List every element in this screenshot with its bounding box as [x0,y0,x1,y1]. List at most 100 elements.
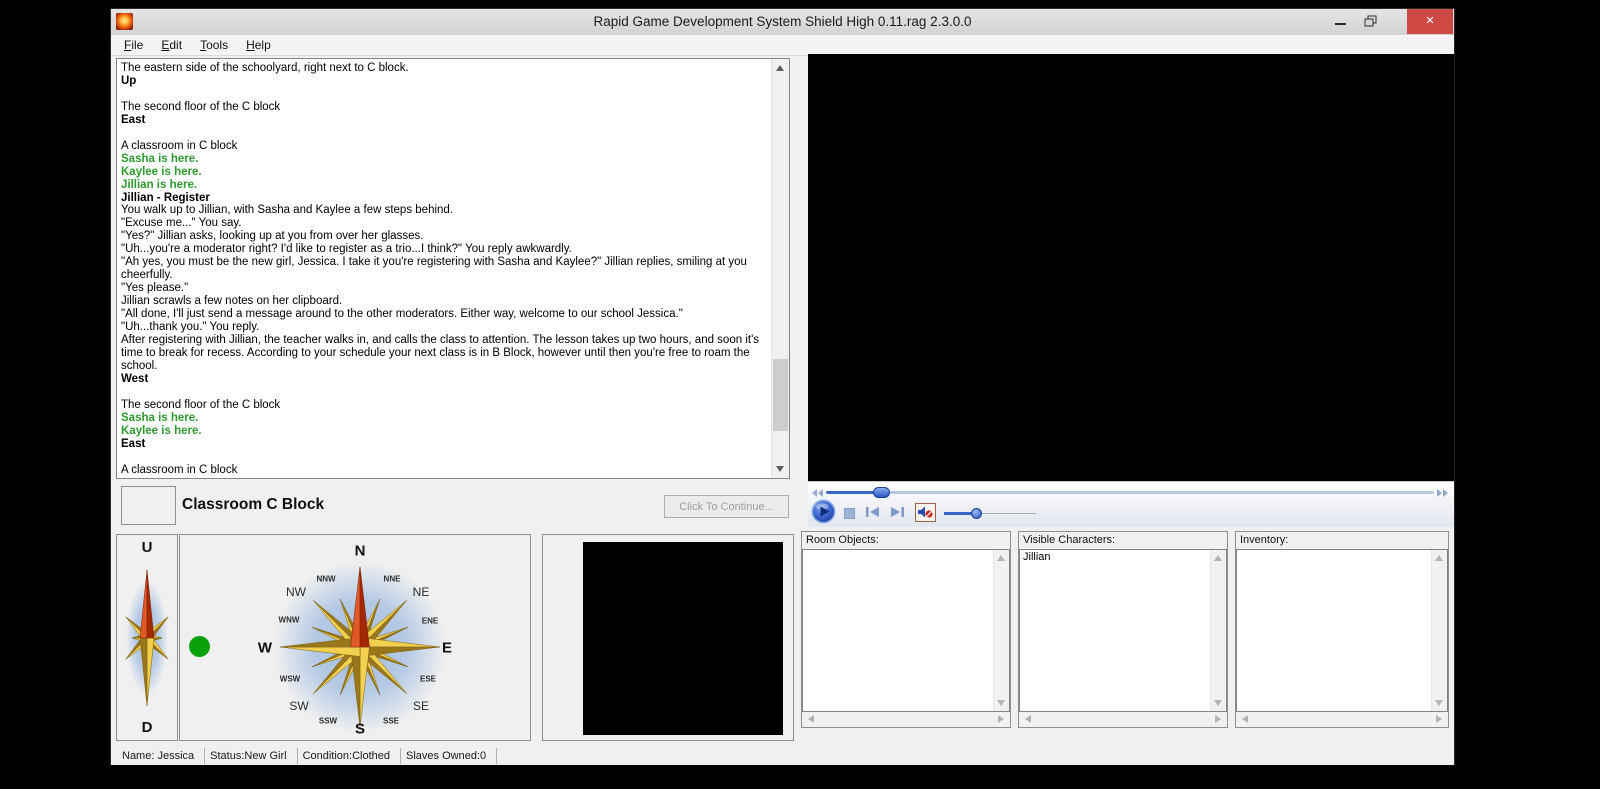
room-objects-scrollbar[interactable] [993,550,1009,711]
minimize-button[interactable] [1328,9,1354,34]
game-text-line [121,451,769,464]
inventory-list[interactable] [1236,549,1448,712]
compass-panel: N NNE NE ENE E ESE SE SSE S SSW SW WSW W WNW NW NNW [179,534,531,741]
titlebar: Rapid Game Development System Shield Hig… [111,9,1454,35]
fast-forward-icon[interactable] [1436,489,1448,497]
compass-direction-ese[interactable]: ESE [420,675,436,684]
game-text-line: Sasha is here. [121,153,769,166]
play-button[interactable] [811,499,836,524]
scroll-down-icon[interactable] [1435,700,1443,706]
menu-item-tools[interactable]: Tools [191,35,237,55]
visible-characters-label: Visible Characters: [1019,532,1227,550]
game-text-line: After registering with Jillian, the teac… [121,334,769,373]
compass-down-label[interactable]: D [117,719,177,736]
stop-icon[interactable] [844,508,855,519]
game-text-line: "Ah yes, you must be the new girl, Jessi… [121,256,769,282]
compass-direction-wsw[interactable]: WSW [280,675,300,684]
compass-direction-wnw[interactable]: WNW [279,616,300,625]
next-icon[interactable] [890,506,905,518]
continue-button[interactable]: Click To Continue... [664,495,789,518]
room-objects-panel: Room Objects: [801,531,1011,728]
secondary-image [583,542,783,735]
compass-direction-ne[interactable]: NE [413,585,430,599]
visible-characters-hscrollbar[interactable] [1020,712,1226,726]
game-text-line [121,127,769,140]
game-text-line: East [121,114,769,127]
compass-direction-nw[interactable]: NW [286,585,306,599]
game-text: The eastern side of the schoolyard, righ… [121,62,769,476]
scroll-up-icon[interactable] [776,65,784,71]
game-text-line: You walk up to Jillian, with Sasha and K… [121,204,769,217]
scroll-right-icon[interactable] [998,715,1004,723]
compass-rose-icon[interactable] [180,535,530,740]
room-objects-hscrollbar[interactable] [803,712,1009,726]
status-field: Name: Jessica [117,748,205,764]
status-bar: Name: JessicaStatus:New GirlCondition:Cl… [111,746,1454,765]
scroll-right-icon[interactable] [1215,715,1221,723]
scroll-left-icon[interactable] [1025,715,1031,723]
compass-up-label[interactable]: U [117,539,177,556]
menu-item-file[interactable]: File [115,35,152,55]
scroll-down-icon[interactable] [997,700,1005,706]
list-item[interactable]: Jillian [1020,550,1226,564]
game-text-area[interactable]: The eastern side of the schoolyard, righ… [116,58,790,479]
status-field: Condition:Clothed [298,748,401,764]
secondary-image-panel [542,534,794,741]
visible-characters-list[interactable]: Jillian [1019,549,1227,712]
text-scrollbar[interactable] [771,59,789,478]
scroll-up-icon[interactable] [1435,555,1443,561]
close-button[interactable]: × [1407,9,1453,34]
game-text-line: Sasha is here. [121,412,769,425]
compass-direction-n[interactable]: N [355,543,366,560]
game-text-line: The second floor of the C block [121,101,769,114]
mute-button[interactable] [915,503,936,522]
rewind-icon[interactable] [812,489,824,497]
seek-slider[interactable] [826,491,1434,494]
compass-direction-nne[interactable]: NNE [384,575,401,584]
game-text-line: A classroom in C block [121,464,769,476]
window-title: Rapid Game Development System Shield Hig… [111,9,1454,35]
app-window: Rapid Game Development System Shield Hig… [110,8,1455,765]
game-text-line: A classroom in C block [121,140,769,153]
vertical-compass-panel: U D [116,534,178,741]
compass-direction-s[interactable]: S [355,721,365,738]
inventory-hscrollbar[interactable] [1237,712,1447,726]
scrollbar-thumb[interactable] [773,359,788,431]
scroll-left-icon[interactable] [1242,715,1248,723]
scroll-right-icon[interactable] [1436,715,1442,723]
game-text-line: Kaylee is here. [121,425,769,438]
scroll-up-icon[interactable] [1214,555,1222,561]
media-display [808,54,1454,481]
room-objects-label: Room Objects: [802,532,1010,550]
compass-direction-sw[interactable]: SW [289,699,308,713]
visible-characters-scrollbar[interactable] [1210,550,1226,711]
compass-direction-se[interactable]: SE [413,699,429,713]
inventory-panel: Inventory: [1235,531,1449,728]
compass-direction-e[interactable]: E [442,640,452,657]
menu-item-help[interactable]: Help [237,35,280,55]
maximize-button[interactable] [1358,9,1384,34]
compass-direction-ene[interactable]: ENE [422,617,438,626]
vertical-compass-icon[interactable] [121,557,173,719]
scroll-left-icon[interactable] [808,715,814,723]
room-name: Classroom C Block [182,486,324,523]
volume-thumb[interactable] [971,508,982,519]
room-objects-list[interactable] [802,549,1010,712]
inventory-label: Inventory: [1236,532,1448,550]
inventory-scrollbar[interactable] [1431,550,1447,711]
compass-direction-sse[interactable]: SSE [383,717,399,726]
scroll-up-icon[interactable] [997,555,1005,561]
close-icon: × [1426,12,1435,29]
game-text-line: West [121,373,769,386]
scroll-down-icon[interactable] [1214,700,1222,706]
previous-icon[interactable] [865,506,880,518]
compass-direction-ssw[interactable]: SSW [319,717,337,726]
menu-item-edit[interactable]: Edit [152,35,191,55]
status-field: Status:New Girl [205,748,297,764]
game-text-line: Up [121,75,769,88]
compass-direction-nnw[interactable]: NNW [316,575,335,584]
seek-thumb[interactable] [873,487,890,498]
game-text-line: "Yes?" Jillian asks, looking up at you f… [121,230,769,243]
compass-direction-w[interactable]: W [258,640,272,657]
scroll-down-icon[interactable] [776,466,784,472]
